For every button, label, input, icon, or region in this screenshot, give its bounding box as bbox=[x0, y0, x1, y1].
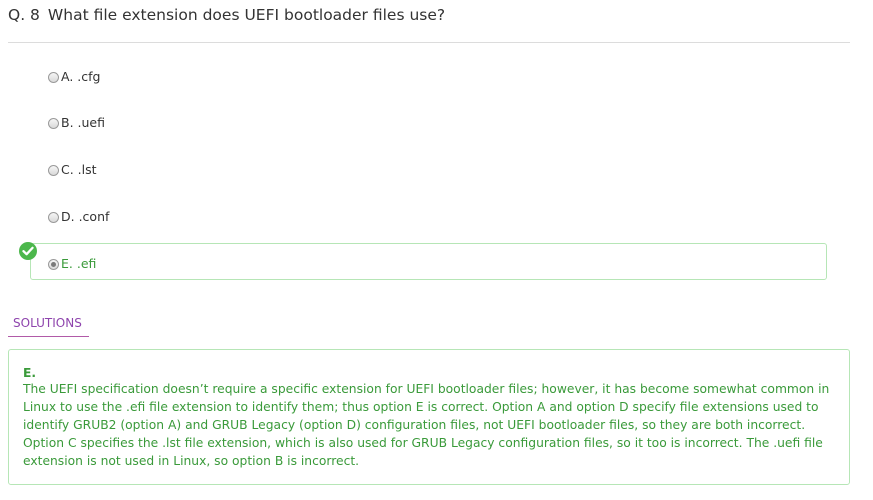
divider bbox=[8, 42, 850, 43]
solutions-tab[interactable]: SOLUTIONS bbox=[8, 316, 89, 337]
option-d-label: D. .conf bbox=[61, 208, 110, 224]
solution-panel: E. The UEFI specification doesn’t requir… bbox=[8, 349, 850, 485]
solution-answer: E. bbox=[23, 366, 37, 380]
option-d[interactable]: D. .conf bbox=[48, 208, 109, 224]
option-c-radio[interactable] bbox=[48, 164, 59, 176]
option-c[interactable]: C. .lst bbox=[48, 161, 97, 177]
option-a[interactable]: A. .cfg bbox=[48, 68, 100, 84]
option-c-label: C. .lst bbox=[61, 161, 97, 177]
option-b-label: B. .uefi bbox=[61, 114, 105, 130]
option-a-label: A. .cfg bbox=[61, 68, 101, 84]
solutions-tab-label: SOLUTIONS bbox=[13, 316, 82, 330]
option-e-label: E. .efi bbox=[61, 255, 97, 271]
correct-answer-highlight bbox=[30, 243, 827, 280]
option-e-radio[interactable] bbox=[48, 258, 59, 270]
option-e[interactable]: E. .efi bbox=[48, 255, 96, 271]
option-d-radio[interactable] bbox=[48, 211, 59, 223]
solution-explanation: The UEFI specification doesn’t require a… bbox=[23, 382, 830, 468]
option-b-radio[interactable] bbox=[48, 117, 59, 129]
question-number: Q. 8 bbox=[8, 6, 40, 24]
question-text: What file extension does UEFI bootloader… bbox=[47, 6, 446, 24]
check-circle-icon bbox=[19, 242, 37, 260]
question-header: Q. 8 What file extension does UEFI bootlo… bbox=[8, 6, 445, 24]
option-a-radio[interactable] bbox=[48, 71, 59, 83]
option-b[interactable]: B. .uefi bbox=[48, 114, 105, 130]
